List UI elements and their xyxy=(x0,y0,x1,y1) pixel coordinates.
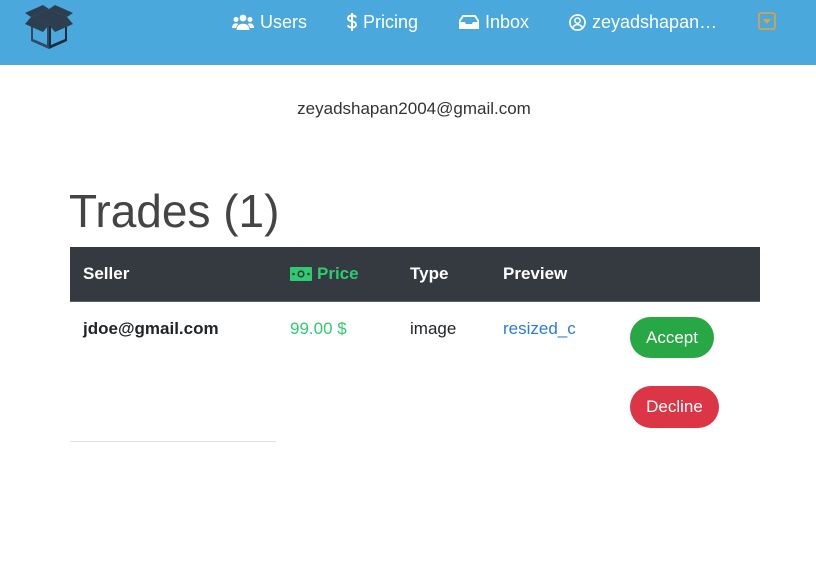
nav-pricing-label: Pricing xyxy=(363,12,419,32)
column-header-preview: Preview xyxy=(503,264,568,283)
column-header-price: Price xyxy=(290,264,359,284)
accept-button[interactable]: Accept xyxy=(630,317,714,358)
nav-inbox-label: Inbox xyxy=(485,12,530,32)
money-bill-icon xyxy=(290,267,312,281)
page-title: Trades (1) xyxy=(69,185,280,237)
caret-square-down-icon[interactable] xyxy=(758,12,776,30)
navbar: Users Pricing Inbox zeyadshapan2004@gmai… xyxy=(0,0,816,65)
trade-type: image xyxy=(410,319,457,338)
nav-inbox-link[interactable]: Inbox xyxy=(459,11,529,33)
box-icon[interactable] xyxy=(25,5,73,53)
nav-user-menu[interactable]: zeyadshapan2004@gmail.com xyxy=(569,11,721,33)
inbox-icon xyxy=(459,15,479,29)
nav-users-label: Users xyxy=(260,12,308,32)
user-circle-icon xyxy=(569,13,586,31)
nav-users-link[interactable]: Users xyxy=(232,11,307,33)
column-header-price-label: Price xyxy=(317,264,359,283)
trade-price: 99.00 $ xyxy=(290,319,347,338)
trade-preview-link[interactable]: resized_c xyxy=(503,319,576,339)
nav-user-label: zeyadshapan2004@gmail.com xyxy=(592,12,721,32)
dollar-icon xyxy=(347,13,357,31)
users-icon xyxy=(232,14,254,30)
decline-button[interactable]: Decline xyxy=(630,386,719,428)
profile-email: zeyadshapan2004@gmail.com xyxy=(297,99,531,118)
row-divider xyxy=(70,441,276,442)
nav-pricing-link[interactable]: Pricing xyxy=(347,11,418,33)
table-header: Seller Price Type Preview xyxy=(70,247,760,302)
column-header-seller: Seller xyxy=(83,264,130,283)
trade-seller: jdoe@gmail.com xyxy=(83,319,219,338)
column-header-type: Type xyxy=(410,264,449,283)
